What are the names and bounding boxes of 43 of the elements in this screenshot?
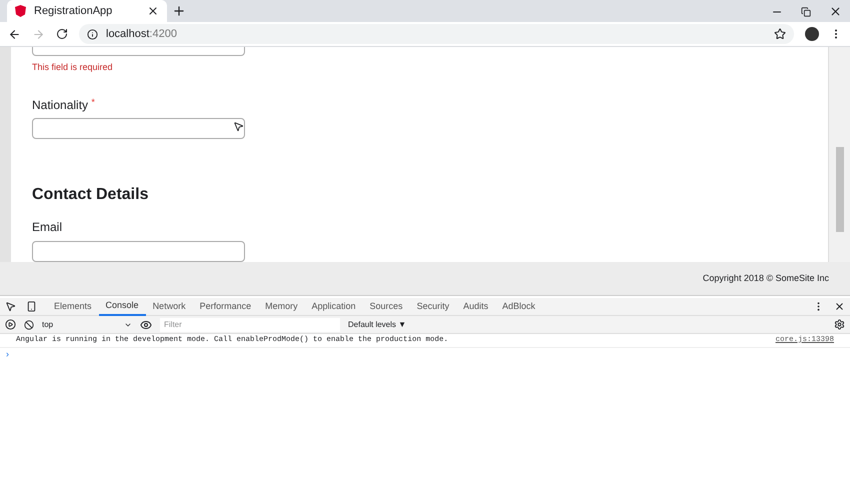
error-message: This field is required — [32, 60, 114, 74]
url-text: localhost:4200 — [106, 26, 177, 42]
profile-avatar[interactable] — [805, 27, 819, 41]
devtools-tab[interactable]: Sources — [362, 298, 410, 316]
address-bar[interactable]: localhost:4200 — [79, 24, 794, 44]
close-icon[interactable] — [829, 5, 842, 18]
email-field[interactable] — [32, 241, 245, 262]
devtools-tab[interactable]: Audits — [456, 298, 496, 316]
clear-icon[interactable] — [24, 320, 34, 330]
devtools-tab[interactable]: Application — [304, 298, 363, 316]
date-field[interactable] — [32, 47, 245, 56]
reload-icon[interactable] — [56, 28, 68, 40]
scrollbar[interactable] — [828, 47, 850, 262]
devtools-tab[interactable]: Elements — [47, 298, 99, 316]
devtools-tab[interactable]: Performance — [192, 298, 258, 316]
device-icon[interactable] — [26, 301, 37, 312]
restore-icon[interactable] — [801, 6, 811, 16]
new-tab-icon[interactable] — [172, 4, 186, 18]
field-label: Nationality * — [32, 96, 96, 114]
devtools-tab[interactable]: Security — [410, 298, 456, 316]
devtools-tab[interactable]: Network — [146, 298, 193, 316]
levels-dropdown[interactable]: Default levels ▼ — [348, 318, 406, 330]
sidebar-toggle-icon[interactable] — [5, 319, 16, 330]
back-icon[interactable] — [8, 28, 21, 40]
footer-text: Copyright 2018 © SomeSite Inc — [702, 272, 829, 285]
field-label: Email — [32, 219, 64, 236]
context-select[interactable]: top — [42, 318, 132, 330]
inspect-icon[interactable] — [5, 301, 16, 312]
devtools-tab[interactable]: AdBlock — [495, 298, 542, 316]
tab-title: RegistrationApp — [34, 4, 114, 19]
console-prompt[interactable]: › — [0, 348, 850, 362]
browser-tab[interactable]: RegistrationApp — [7, 0, 167, 22]
eye-icon[interactable] — [140, 318, 152, 330]
bookmark-star-icon[interactable] — [774, 28, 786, 40]
section-heading: Contact Details — [32, 185, 150, 205]
close-icon[interactable] — [834, 301, 845, 312]
cursor-icon — [233, 121, 244, 132]
close-icon[interactable] — [147, 5, 159, 17]
filter-field[interactable]: Filter — [160, 318, 340, 332]
shield-logo-icon — [15, 5, 26, 17]
info-icon — [87, 28, 98, 40]
settings-icon[interactable] — [834, 319, 845, 330]
devtools-tab[interactable]: Memory — [258, 298, 305, 316]
